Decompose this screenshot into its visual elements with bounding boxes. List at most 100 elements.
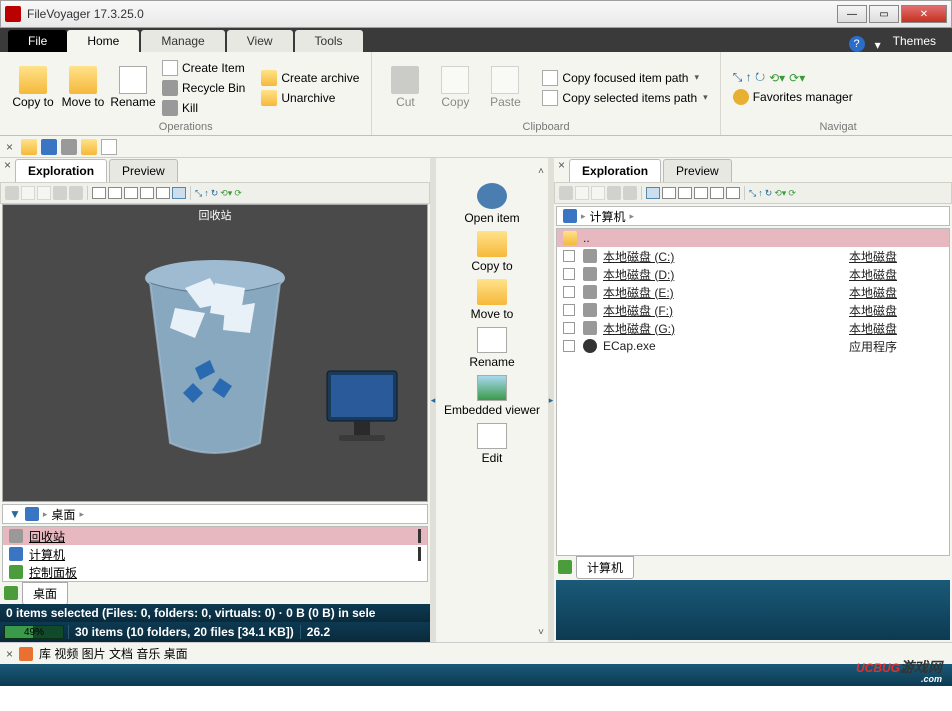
copy-to-button[interactable]: Copy to <box>8 54 58 121</box>
breadcrumb-item[interactable]: 计算机 <box>590 208 626 225</box>
themes-button[interactable]: Themes <box>885 30 944 52</box>
tab-preview-right[interactable]: Preview <box>663 159 732 182</box>
tab-home[interactable]: Home <box>67 30 139 52</box>
right-breadcrumb[interactable]: ▸ 计算机 ▸ <box>556 206 950 226</box>
view-mode-icon[interactable] <box>662 187 676 199</box>
table-row[interactable]: 本地磁盘 (E:)本地磁盘 <box>557 283 949 301</box>
checkbox[interactable] <box>563 304 575 316</box>
table-row[interactable]: 本地磁盘 (C:)本地磁盘 <box>557 247 949 265</box>
paste-button[interactable]: Paste <box>480 54 530 121</box>
edit-button[interactable]: Edit <box>477 423 507 465</box>
view-mode-icon[interactable] <box>694 187 708 199</box>
nav-refresh-icon[interactable]: ↻ <box>765 188 773 199</box>
left-breadcrumb[interactable]: ▼ ▸ 桌面 ▸ <box>2 504 428 524</box>
table-row[interactable]: ECap.exe应用程序 <box>557 337 949 355</box>
close-button[interactable]: ✕ <box>901 5 947 23</box>
drive-icon[interactable] <box>61 139 77 155</box>
paste-icon[interactable] <box>37 186 51 200</box>
help-icon[interactable]: ? <box>849 36 865 52</box>
tab-manage[interactable]: Manage <box>141 30 224 52</box>
rename-button[interactable]: Rename <box>108 54 158 121</box>
open-item-button[interactable]: Open item <box>464 183 519 225</box>
list-item[interactable]: 控制面板 <box>3 563 427 581</box>
list-item[interactable]: 计算机 <box>3 545 427 563</box>
collapse-icon[interactable]: ▼ <box>9 507 21 521</box>
copy-to-button[interactable]: Copy to <box>471 231 512 273</box>
checkbox[interactable] <box>563 250 575 262</box>
view-mode-icon[interactable] <box>92 187 106 199</box>
copy-button[interactable]: Copy <box>430 54 480 121</box>
view-mode-icon[interactable] <box>678 187 692 199</box>
create-item-button[interactable]: Create Item <box>158 59 249 77</box>
view-mode-icon[interactable] <box>124 187 138 199</box>
view-mode-icon[interactable] <box>172 187 186 199</box>
copy-focused-path-button[interactable]: Copy focused item path▾ <box>538 69 711 87</box>
close-icon[interactable]: × <box>4 158 11 172</box>
minimize-button[interactable]: — <box>837 5 867 23</box>
folder-tab[interactable]: 计算机 <box>576 556 634 579</box>
table-row[interactable]: 本地磁盘 (G:)本地磁盘 <box>557 319 949 337</box>
nav-back-icon[interactable]: ⟲▾ <box>774 188 786 199</box>
nav-refresh-icon[interactable]: ↻ <box>211 188 219 199</box>
view-mode-icon[interactable] <box>140 187 154 199</box>
list-item[interactable]: 回收站 <box>3 527 427 545</box>
favorites-manager-button[interactable]: Favorites manager <box>729 88 857 106</box>
close-icon[interactable]: × <box>6 647 13 661</box>
cut-button[interactable]: Cut <box>380 54 430 121</box>
rename-button[interactable]: Rename <box>469 327 514 369</box>
collapse-icon[interactable]: ˄ <box>538 166 544 177</box>
checkbox[interactable] <box>563 322 575 334</box>
undo-icon[interactable] <box>53 186 67 200</box>
add-tab-icon[interactable] <box>558 560 572 574</box>
copy-selected-path-button[interactable]: Copy selected items path▾ <box>538 89 711 107</box>
folder-icon[interactable] <box>81 139 97 155</box>
nav-back-icon[interactable]: ⟲▾ <box>220 188 232 199</box>
tab-exploration-right[interactable]: Exploration <box>569 159 661 182</box>
tab-tools[interactable]: Tools <box>295 30 363 52</box>
nav-arrows[interactable]: ⤡ ↑ ↻ ⟲▾ ⟳▾ <box>729 69 857 86</box>
tab-view[interactable]: View <box>227 30 293 52</box>
move-to-button[interactable]: Move to <box>471 279 514 321</box>
undo-icon[interactable] <box>607 186 621 200</box>
checkbox[interactable] <box>563 286 575 298</box>
scissors-icon[interactable] <box>5 186 19 200</box>
add-tab-icon[interactable] <box>4 586 18 600</box>
kill-button[interactable]: Kill <box>158 99 249 117</box>
nav-fwd-icon[interactable]: ⟳ <box>788 188 796 199</box>
view-mode-icon[interactable] <box>108 187 122 199</box>
nav-first-icon[interactable]: ⤡ <box>749 188 756 199</box>
nav-up-icon[interactable]: ↑ <box>758 188 763 198</box>
page-icon[interactable] <box>101 139 117 155</box>
folder-icon[interactable] <box>21 139 37 155</box>
view-mode-icon[interactable] <box>710 187 724 199</box>
breadcrumb-item[interactable]: 桌面 <box>51 506 75 523</box>
maximize-button[interactable]: ▭ <box>869 5 899 23</box>
delete-icon[interactable] <box>69 186 83 200</box>
move-to-button[interactable]: Move to <box>58 54 108 121</box>
folder-tab[interactable]: 桌面 <box>22 582 68 605</box>
nav-fwd-icon[interactable]: ⟳ <box>234 188 242 199</box>
tab-file[interactable]: File <box>8 30 67 52</box>
scissors-icon[interactable] <box>559 186 573 200</box>
library-links[interactable]: 库 视频 图片 文档 音乐 桌面 <box>39 645 188 662</box>
nav-up-icon[interactable]: ↑ <box>204 188 209 198</box>
computer-icon[interactable] <box>41 139 57 155</box>
copy-icon[interactable] <box>21 186 35 200</box>
paste-icon[interactable] <box>591 186 605 200</box>
unarchive-button[interactable]: Unarchive <box>257 89 363 107</box>
tab-preview-left[interactable]: Preview <box>109 159 178 182</box>
close-icon[interactable]: × <box>6 140 13 154</box>
recycle-bin-button[interactable]: Recycle Bin <box>158 79 249 97</box>
checkbox[interactable] <box>563 340 575 352</box>
table-row[interactable]: 本地磁盘 (F:)本地磁盘 <box>557 301 949 319</box>
view-mode-icon[interactable] <box>646 187 660 199</box>
table-row[interactable]: 本地磁盘 (D:)本地磁盘 <box>557 265 949 283</box>
up-row[interactable]: .. <box>557 229 949 247</box>
checkbox[interactable] <box>563 268 575 280</box>
embedded-viewer-button[interactable]: Embedded viewer <box>444 375 540 417</box>
tab-exploration-left[interactable]: Exploration <box>15 159 107 182</box>
delete-icon[interactable] <box>623 186 637 200</box>
close-icon[interactable]: × <box>558 158 565 172</box>
create-archive-button[interactable]: Create archive <box>257 69 363 87</box>
collapse-icon[interactable]: ˅ <box>538 627 544 638</box>
